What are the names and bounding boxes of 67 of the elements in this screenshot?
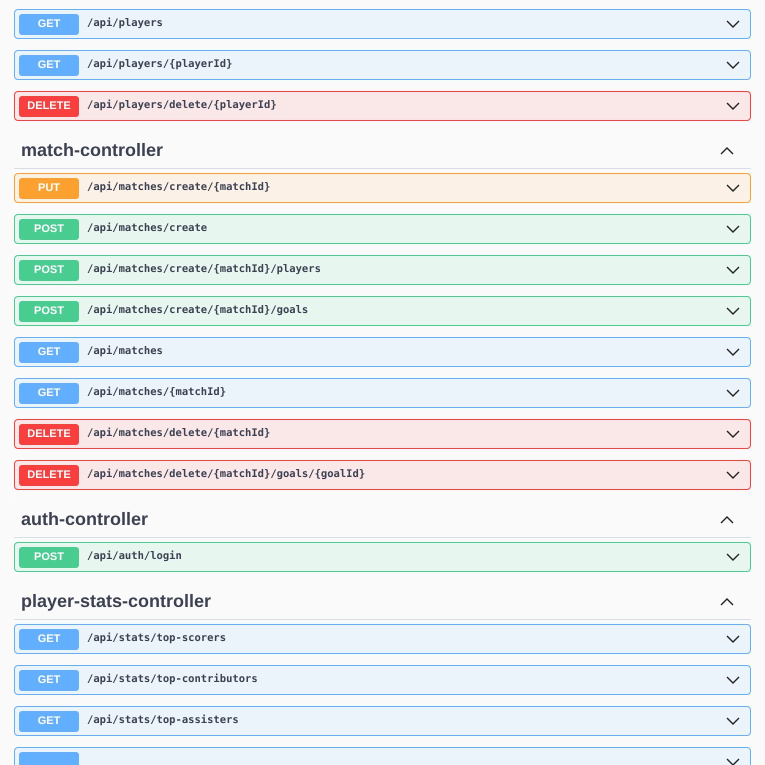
method-badge: POST xyxy=(19,546,79,568)
operation-row[interactable]: POST /api/auth/login xyxy=(14,542,751,572)
chevron-down-icon xyxy=(726,470,740,480)
operation-row[interactable]: DELETE /api/matches/delete/{matchId} xyxy=(14,419,751,449)
section-header[interactable]: player-stats-controller xyxy=(14,583,751,620)
method-badge: POST xyxy=(19,300,79,322)
operation-row[interactable]: POST /api/matches/create/{matchId}/players xyxy=(14,255,751,285)
section-title: player-stats-controller xyxy=(21,590,212,613)
operation-row[interactable]: GET /api/matches xyxy=(14,337,751,367)
operation-row[interactable]: PUT /api/matches/create/{matchId} xyxy=(14,173,751,203)
chevron-down-icon xyxy=(726,20,740,28)
chevron-down-icon xyxy=(726,758,740,765)
operation-row[interactable]: GET /api/players xyxy=(14,9,751,39)
endpoint-path: /api/stats/top-assisters xyxy=(87,713,239,728)
operation-row[interactable]: GET /api/stats/top-contributors xyxy=(14,665,751,695)
chevron-down-icon xyxy=(726,102,740,110)
method-badge: DELETE xyxy=(19,96,79,116)
chevron-down-icon xyxy=(726,676,740,684)
endpoint-path: /api/auth/login xyxy=(87,549,182,564)
method-badge: PUT xyxy=(19,178,79,198)
chevron-down-icon xyxy=(726,716,740,726)
method-badge: GET xyxy=(19,14,79,34)
chevron-down-icon xyxy=(726,430,740,438)
chevron-down-icon xyxy=(726,634,740,644)
method-badge: GET xyxy=(19,628,79,650)
chevron-down-icon xyxy=(726,60,740,70)
endpoint-path: /api/matches xyxy=(87,344,163,360)
endpoint-path: /api/matches/{matchId} xyxy=(87,385,226,400)
method-badge: DELETE xyxy=(19,424,79,444)
method-badge: GET xyxy=(19,710,79,732)
endpoint-path: /api/matches/create/{matchId}/goals xyxy=(87,303,308,318)
endpoint-path: /api/stats/top-scorers xyxy=(87,631,226,646)
method-badge: POST xyxy=(19,260,79,280)
endpoint-path: /api/matches/delete/{matchId}/goals/{goalId} xyxy=(87,467,366,482)
operation-row[interactable]: POST /api/matches/create/{matchId}/goals xyxy=(14,296,751,326)
operation-row[interactable]: GET /api/players/{playerId} xyxy=(14,50,751,80)
method-badge: DELETE xyxy=(19,464,79,486)
method-badge: GET xyxy=(19,382,79,404)
method-badge: GET xyxy=(19,54,79,76)
section-title: auth-controller xyxy=(21,508,148,530)
operation-row[interactable]: GET /api/stats/top-scorers xyxy=(14,624,751,654)
chevron-down-icon xyxy=(726,348,740,356)
chevron-down-icon xyxy=(726,306,740,316)
method-badge: GET xyxy=(19,670,79,690)
operation-row[interactable]: POST /api/matches/create xyxy=(14,214,751,244)
method-badge: GET xyxy=(19,342,79,362)
operation-row[interactable]: GET /api/matches/{matchId} xyxy=(14,378,751,408)
endpoint-path: /api/players xyxy=(87,16,163,32)
chevron-down-icon xyxy=(726,224,740,234)
endpoint-path: /api/stats/top-contributors xyxy=(87,672,258,688)
operation-row[interactable]: DELETE /api/players/delete/{playerId} xyxy=(14,91,751,121)
chevron-down-icon xyxy=(726,184,740,192)
endpoint-path: /api/matches/delete/{matchId} xyxy=(87,426,270,442)
endpoint-path: /api/matches/create/{matchId} xyxy=(87,180,270,196)
endpoint-path: /api/players/{playerId} xyxy=(87,57,232,72)
operation-row[interactable]: DELETE /api/matches/delete/{matchId}/goals/{goalId} xyxy=(14,460,751,490)
chevron-down-icon xyxy=(726,552,740,562)
endpoint-path: /api/players/delete/{playerId} xyxy=(87,98,277,114)
endpoint-path: /api/matches/create xyxy=(87,221,208,236)
section-title: match-controller xyxy=(21,138,164,162)
section-header[interactable]: match-controller xyxy=(14,132,751,169)
operation-row[interactable]: GET /api/stats/top-assisters xyxy=(14,706,751,736)
endpoint-path: /api/matches/create/{matchId}/players xyxy=(87,262,321,278)
method-badge: POST xyxy=(19,218,79,240)
section-header[interactable]: auth-controller xyxy=(14,501,751,538)
chevron-down-icon xyxy=(726,266,740,274)
chevron-down-icon xyxy=(726,388,740,398)
